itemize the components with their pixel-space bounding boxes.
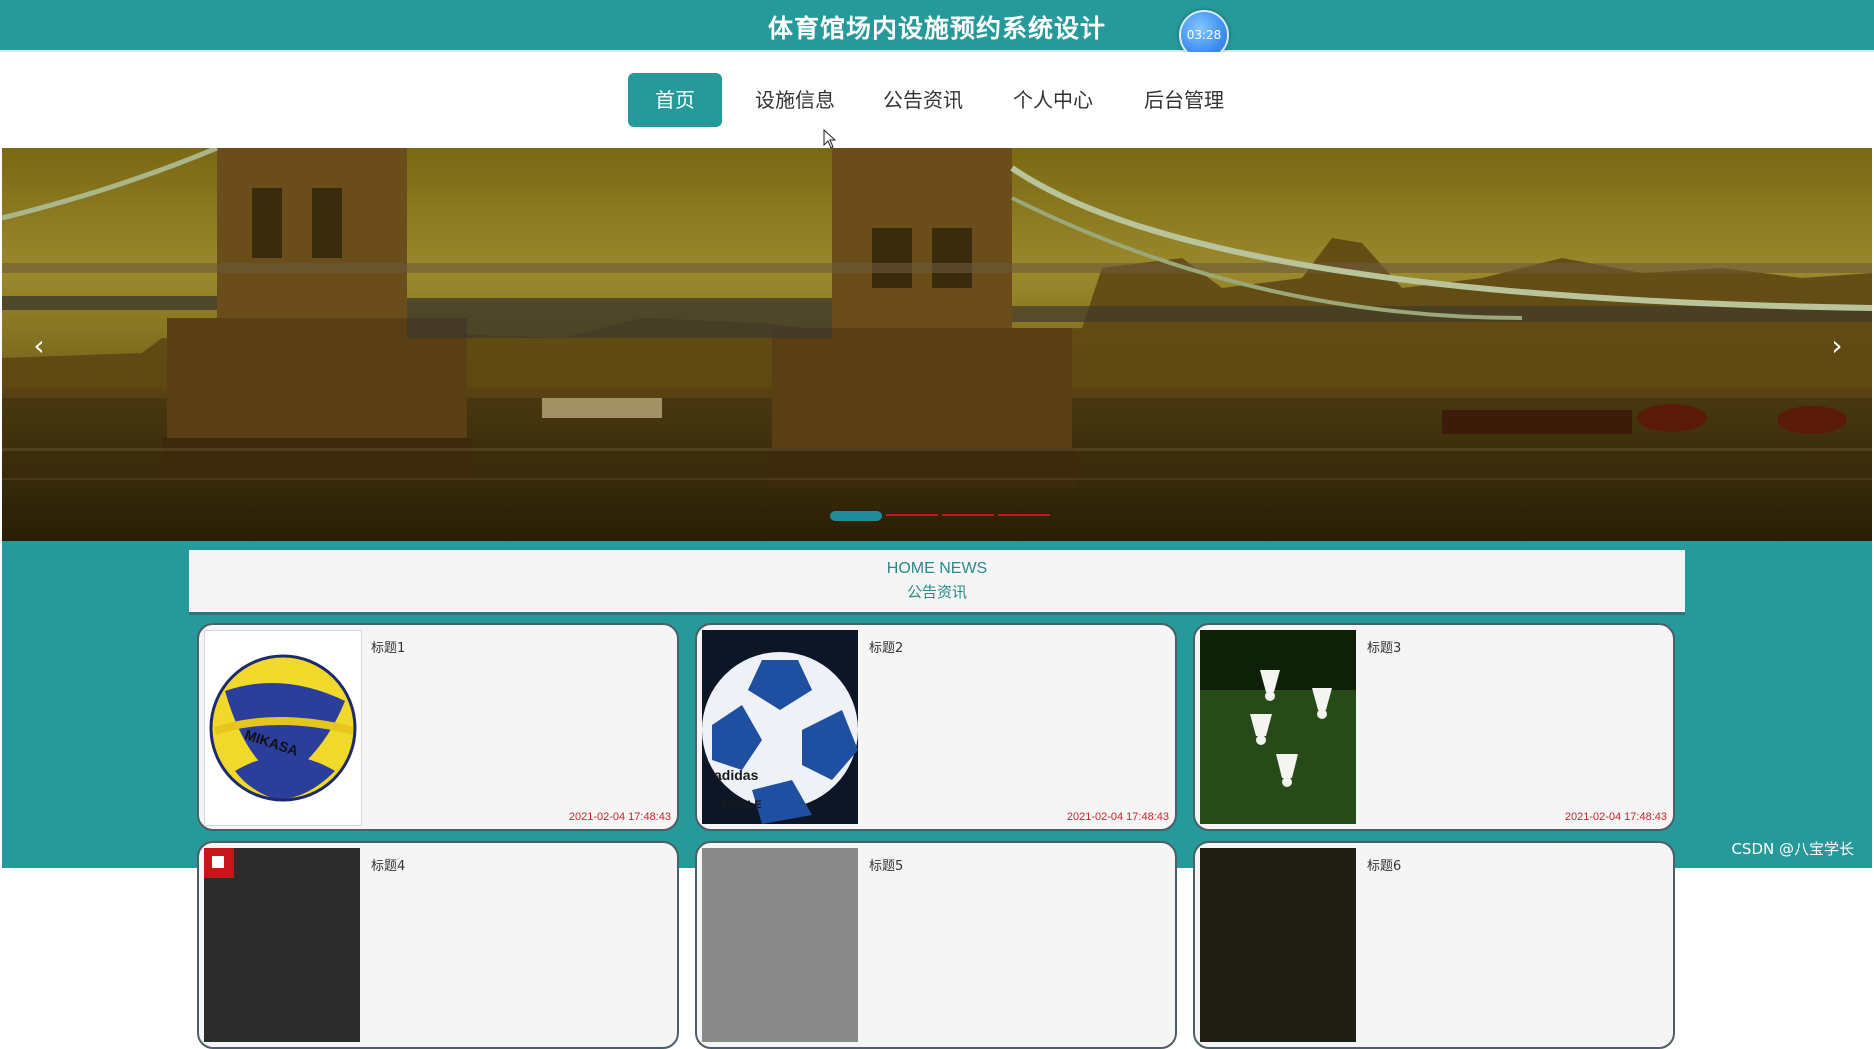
sports-photo-image [1200,848,1356,1042]
news-card-3[interactable]: 标题3 2021-02-04 17:48:43 [1193,623,1675,831]
soccer-ball-image: adidas FINALE [702,630,858,824]
carousel-dot-3[interactable] [942,514,994,516]
chevron-right-icon: › [1831,329,1843,362]
mouse-cursor-icon [823,129,837,149]
news-title-en: HOME NEWS [886,560,988,577]
top-header-bar: 体育馆场内设施预约系统设计 03:28 [0,0,1874,60]
news-card-date: 2021-02-04 17:48:43 [1564,811,1667,823]
shuttlecocks-image [1200,630,1356,824]
nav-item-home[interactable]: 首页 [628,73,722,127]
nav-item-personal-center[interactable]: 个人中心 [1002,73,1104,127]
news-section-header: HOME NEWS 公告资讯 [189,550,1685,615]
carousel-dot-4[interactable] [998,514,1050,516]
news-card-title: 标题1 [371,641,406,656]
banner-image [2,148,1872,541]
news-card-2[interactable]: adidas FINALE 标题2 2021-02-04 17:48:43 [695,623,1177,831]
nav-item-admin[interactable]: 后台管理 [1133,73,1235,127]
news-card-5[interactable]: 标题5 [695,841,1177,1049]
news-card-1[interactable]: MIKASA 标题1 2021-02-04 17:48:43 [197,623,679,831]
sports-gear-image [204,848,360,1042]
volleyball-image: MIKASA [204,630,362,826]
carousel-next-arrow[interactable]: › [1822,326,1852,366]
svg-text:FINALE: FINALE [722,799,762,811]
news-section: HOME NEWS 公告资讯 MIKASA 标题1 2021-02-04 17:… [2,541,1872,1049]
news-card-title: 标题3 [1367,641,1402,656]
site-title: 体育馆场内设施预约系统设计 [767,14,1106,43]
nav-item-announcements[interactable]: 公告资讯 [872,73,974,127]
news-title-cn: 公告资讯 [906,583,967,601]
carousel-prev-arrow[interactable]: ‹ [24,326,54,366]
main-nav: 首页 设施信息 公告资讯 个人中心 后台管理 [0,52,1874,148]
news-card-date: 2021-02-04 17:48:43 [1066,811,1169,823]
news-card-title: 标题2 [869,641,904,656]
carousel-dot-2[interactable] [886,514,938,516]
news-card-4[interactable]: 标题4 [197,841,679,1049]
news-card-title: 标题5 [869,859,904,874]
csdn-watermark: CSDN @八宝学长 [1731,840,1854,858]
sports-photo-image [702,848,858,1042]
news-card-6[interactable]: 标题6 [1193,841,1675,1049]
news-card-title: 标题6 [1367,859,1402,874]
nav-item-facilities[interactable]: 设施信息 [744,73,846,127]
carousel-dot-1[interactable] [830,511,882,521]
chevron-left-icon: ‹ [33,329,45,362]
news-card-date: 2021-02-04 17:48:43 [568,811,671,823]
svg-text:adidas: adidas [714,767,759,783]
banner-carousel[interactable]: ‹ › [2,148,1872,541]
news-card-title: 标题4 [371,859,406,874]
